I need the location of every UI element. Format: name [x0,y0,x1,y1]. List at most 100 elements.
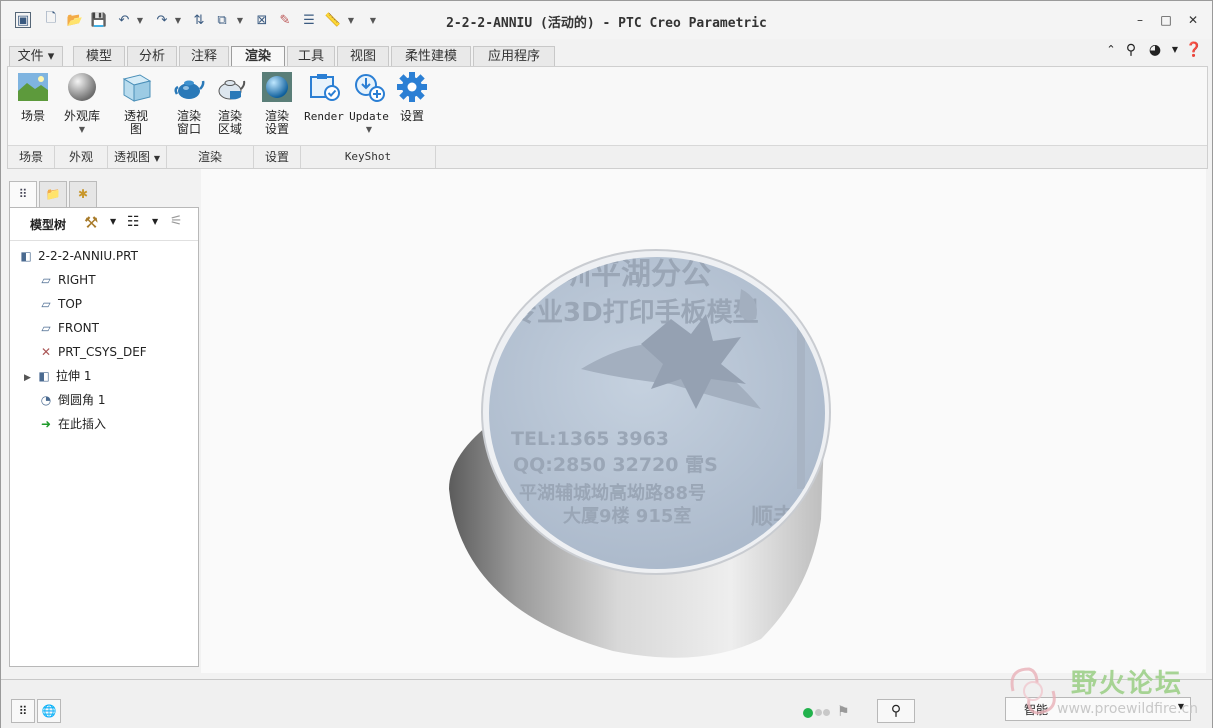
appearance-dropdown-icon: ▼ [78,125,86,134]
button-model-3d: 深圳平湖分公 专业3D打印手板模型 TEL:1365 3963 QQ:2850 … [449,249,831,658]
model-tree-panel: 模型树 ⚒ ▼ ☷ ▼ ⚟ ◧ 2-2-2-ANNIU.PRT ▱ RIGHT ▱ T… [9,207,199,667]
gear-icon [397,72,427,102]
group-settings: 设置 [254,146,301,168]
tree-item-round[interactable]: ◔ 倒圆角 1 [38,390,106,410]
find-binoculars-icon[interactable]: ⚲ [877,699,915,723]
render-settings-button[interactable]: 渲染 设置 [258,71,296,136]
tree-item-extrude[interactable]: ▶ ◧ 拉伸 1 [24,366,91,386]
render-window-label-2: 窗口 [176,122,201,136]
keyshot-update-icon [355,74,385,102]
tree-item-front[interactable]: ▱ FRONT [38,318,99,338]
keyshot-render-button[interactable]: Render [304,71,344,123]
group-scene: 场景 [8,146,55,168]
tab-flexible-modeling[interactable]: 柔性建模 [391,46,471,67]
tab-annotate[interactable]: 注释 [179,46,229,67]
show-filter-icon[interactable]: ⚟ [170,213,183,229]
model-text-2: 专业3D打印手板模型 [511,298,759,328]
community-dropdown-icon[interactable]: ▼ [1166,41,1184,59]
perspective-button[interactable]: 透视 图 [116,71,156,136]
perspective-cube-icon [122,74,152,102]
tab-render[interactable]: 渲染 [231,46,285,68]
datum-plane-icon: ▱ [41,297,51,311]
perspective-label-2: 图 [129,122,142,136]
app-window: ▣ 🗋 📂 💾 ↶ ▼ ↷ ▼ ⇅ ⧉ ▼ ⊠ ✎ ☰ 📏 ▼ ▼ 2-2-2-… [0,0,1213,728]
help-icon[interactable]: ❓ [1185,41,1203,59]
extrude-icon: ◧ [38,369,50,383]
teapot-render-icon [174,80,205,99]
render-region-button[interactable]: 渲染 区域 [211,71,249,136]
appearance-label: 外观库 [63,109,100,123]
minimize-button[interactable]: – [1132,12,1148,28]
model-tree-tab-icon[interactable]: ⠿ [9,181,37,208]
keyshot-update-dropdown-icon: ▼ [365,125,373,134]
tree-item-part[interactable]: ◧ 2-2-2-ANNIU.PRT [18,246,138,266]
csys-icon: ✕ [40,345,52,359]
render-settings-label-2: 设置 [264,122,289,136]
show-browser-icon[interactable]: 🌐 [37,699,61,723]
keyshot-settings-label: 设置 [399,109,424,123]
model-text-tel: TEL:1365 3963 [511,428,669,450]
model-text-5: 平湖辅城坳高坳路88号 [519,482,706,504]
datum-plane-icon: ▱ [41,321,51,335]
group-perspective[interactable]: 透视图 ▼ [108,146,167,168]
tree-item-insert-here[interactable]: ➜ 在此插入 [38,414,106,434]
tab-analysis[interactable]: 分析 [127,46,177,67]
keyshot-update-button[interactable]: Update ▼ [348,71,390,136]
close-button[interactable]: ✕ [1185,12,1201,28]
regen-status-icon [803,708,813,718]
keyshot-update-label: Update [349,110,389,123]
appearance-gallery-button[interactable]: 外观库 ▼ [58,71,106,136]
tree-item-right[interactable]: ▱ RIGHT [38,270,95,290]
tools-icon[interactable]: ⚒ [84,213,98,232]
model-text-6: 大厦9楼 915室 [563,505,691,527]
tab-model[interactable]: 模型 [73,46,125,67]
render-region-label-2: 区域 [217,122,242,136]
render-window-button[interactable]: 渲染 窗口 [170,71,208,136]
window-title: 2-2-2-ANNIU (活动的) - PTC Creo Parametric [446,16,767,31]
status-dot-2 [815,709,822,716]
keyshot-settings-button[interactable]: 设置 [394,71,430,123]
tree-item-top[interactable]: ▱ TOP [38,294,82,314]
scene-label: 场景 [20,109,45,123]
model-text-qq: QQ:2850 32720 雷S [513,454,718,476]
model-tree-label: 模型树 [30,218,67,232]
watermark-logo-icon [1010,667,1056,715]
teapot-region-icon [218,80,246,100]
round-icon: ◔ [40,393,52,407]
tab-file[interactable]: 文件 ▾ [9,46,63,67]
settings-dropdown-icon[interactable]: ▼ [152,217,158,226]
ribbon-tabs: 文件 ▾ 模型 分析 注释 渲染 工具 视图 柔性建模 应用程序 [1,43,1212,68]
tree-item-csys[interactable]: ✕ PRT_CSYS_DEF [38,342,147,362]
keyshot-render-icon [310,74,340,101]
ribbon: 场景 外观库 ▼ 透视 图 渲染 窗口 渲染 区域 渲染 设置 Render U… [7,66,1208,169]
restore-button[interactable]: □ [1158,12,1174,28]
group-render: 渲染 [167,146,254,168]
group-keyshot: KeyShot [301,146,436,168]
folder-browser-tab-icon[interactable]: 📁 [39,181,67,208]
title-bar: ▣ 🗋 📂 💾 ↶ ▼ ↷ ▼ ⇅ ⧉ ▼ ⊠ ✎ ☰ 📏 ▼ ▼ 2-2-2-… [1,1,1212,39]
tree-settings-icon[interactable]: ☷ [127,214,140,230]
scene-button[interactable]: 场景 [14,71,52,123]
group-appearance: 外观 [55,146,108,168]
expand-arrow-icon[interactable]: ▶ [24,368,36,388]
graphics-viewport[interactable]: 深圳平湖分公 专业3D打印手板模型 TEL:1365 3963 QQ:2850 … [201,169,1206,673]
insert-here-arrow-icon: ➜ [40,417,52,431]
search-icon[interactable]: ⚲ [1122,41,1140,59]
favorites-tab-icon[interactable]: ✱ [69,181,97,208]
render-settings-sphere-icon [262,72,292,102]
keyshot-render-label: Render [304,110,344,123]
tab-tools[interactable]: 工具 [287,46,335,67]
tab-view[interactable]: 视图 [337,46,389,67]
watermark-url: www.proewildfire.cn [1057,701,1199,717]
show-navigator-icon[interactable]: ⠿ [11,699,35,723]
tab-applications[interactable]: 应用程序 [473,46,555,67]
minimize-ribbon-icon[interactable]: ⌃ [1102,41,1120,59]
forum-watermark: 野火论坛 www.proewildfire.cn [1001,661,1206,721]
status-dot-3 [823,709,830,716]
part-icon: ◧ [20,249,32,263]
model-tree-toolbar: 模型树 ⚒ ▼ ☷ ▼ ⚟ [10,208,198,241]
ptc-community-icon[interactable]: ◕ [1146,41,1164,59]
watermark-title: 野火论坛 [1071,669,1184,699]
tools-dropdown-icon[interactable]: ▼ [110,217,116,226]
flag-icon[interactable]: ⚑ [837,704,850,720]
